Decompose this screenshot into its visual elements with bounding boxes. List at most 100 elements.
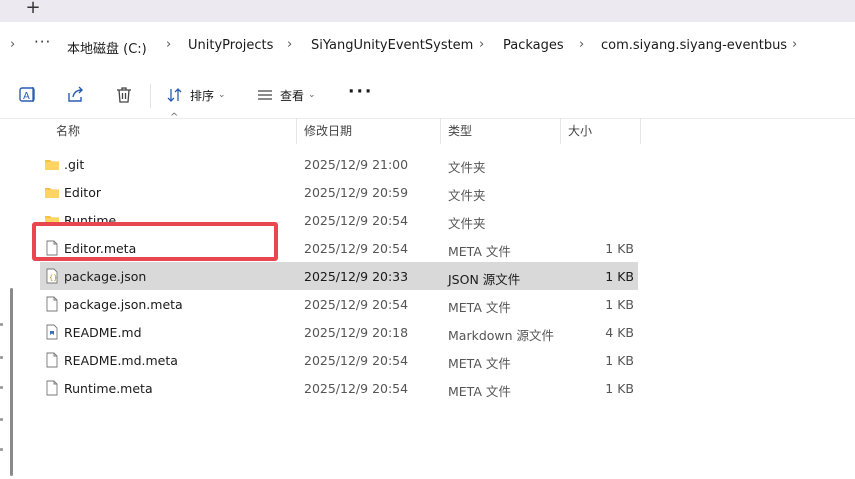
tab-strip-background [0, 0, 855, 22]
view-label: 查看 [280, 88, 305, 103]
rename-icon[interactable]: A [18, 85, 38, 105]
folder-icon [45, 216, 59, 226]
file-icon [46, 296, 58, 312]
column-header-type[interactable]: 类型 [448, 118, 472, 144]
file-date: 2025/12/9 20:33 [304, 269, 409, 284]
file-name: Runtime [64, 213, 117, 228]
file-type: META 文件 [448, 244, 511, 259]
toolbar-separator [150, 84, 151, 108]
json-file-icon: {} [46, 268, 58, 284]
view-button[interactable]: 查看 ⌄ [256, 85, 316, 105]
sort-button[interactable]: 排序 ⌄ [166, 85, 226, 105]
table-row[interactable]: .git 2025/12/9 21:00 文件夹 [40, 150, 638, 178]
file-size: 1 KB [605, 241, 634, 256]
file-name: Editor.meta [64, 241, 137, 256]
file-size: 1 KB [605, 297, 634, 312]
file-name: Editor [64, 185, 101, 200]
column-divider[interactable] [640, 118, 641, 144]
file-type: META 文件 [448, 384, 511, 399]
column-header-row: ^ 名称 修改日期 类型 大小 [40, 112, 641, 144]
file-date: 2025/12/9 20:54 [304, 381, 409, 396]
column-header-name[interactable]: 名称 [56, 118, 80, 144]
table-row[interactable]: Runtime 2025/12/9 20:54 文件夹 [40, 206, 638, 234]
delete-icon[interactable] [114, 85, 134, 105]
markdown-file-icon [46, 324, 58, 340]
column-header-date[interactable]: 修改日期 [304, 118, 352, 144]
sort-ascending-icon: ^ [170, 112, 179, 123]
chevron-right-icon: › [579, 37, 585, 52]
table-row[interactable]: {} package.json 2025/12/9 20:33 JSON 源文件… [40, 262, 638, 290]
file-date: 2025/12/9 20:59 [304, 185, 409, 200]
nav-tick [0, 356, 3, 359]
file-size: 1 KB [605, 381, 634, 396]
breadcrumb-item-drive[interactable]: 本地磁盘 (C:) [67, 38, 147, 57]
folder-icon [45, 160, 59, 170]
file-icon [46, 380, 58, 396]
chevron-right-icon[interactable]: › [792, 37, 797, 52]
file-date: 2025/12/9 21:00 [304, 157, 409, 172]
table-row[interactable]: package.json.meta 2025/12/9 20:54 META 文… [40, 290, 638, 318]
nav-tick [0, 386, 3, 389]
chevron-right-icon: › [166, 37, 172, 52]
file-type: META 文件 [448, 300, 511, 315]
command-bar: A 排序 ⌄ 查看 ⌄ ··· [0, 72, 855, 119]
scrollbar-thumb[interactable] [10, 288, 13, 476]
svg-text:{}: {} [49, 274, 57, 282]
nav-tick [0, 448, 3, 451]
column-header-size[interactable]: 大小 [568, 118, 592, 144]
file-icon [46, 352, 58, 368]
table-row[interactable]: Editor.meta 2025/12/9 20:54 META 文件 1 KB [40, 234, 638, 262]
file-icon [46, 240, 58, 256]
nav-tick [0, 323, 3, 326]
folder-icon [45, 188, 59, 198]
file-name: package.json [64, 269, 147, 284]
breadcrumb-overflow-button[interactable]: ··· [34, 33, 51, 51]
tab-strip: + [0, 0, 855, 28]
chevron-right-icon: › [479, 37, 485, 52]
more-options-button[interactable]: ··· [348, 82, 373, 102]
file-size: 4 KB [605, 325, 634, 340]
breadcrumb-item-eventbus[interactable]: com.siyang.siyang-eventbus [601, 38, 787, 53]
file-date: 2025/12/9 20:54 [304, 213, 409, 228]
column-divider[interactable] [296, 118, 297, 144]
file-size: 1 KB [605, 269, 634, 284]
file-name: Runtime.meta [64, 381, 153, 396]
chevron-right-icon: › [287, 37, 293, 52]
file-date: 2025/12/9 20:18 [304, 325, 409, 340]
svg-text:A: A [23, 91, 30, 102]
column-divider[interactable] [440, 118, 441, 144]
nav-tick [0, 418, 3, 421]
new-tab-button[interactable]: + [24, 0, 42, 18]
sort-icon [167, 88, 182, 102]
file-date: 2025/12/9 20:54 [304, 241, 409, 256]
file-name: README.md.meta [64, 353, 178, 368]
table-row[interactable]: README.md 2025/12/9 20:18 Markdown 源文件 4… [40, 318, 638, 346]
file-size: 1 KB [605, 353, 634, 368]
view-icon [258, 90, 272, 100]
file-name: .git [64, 157, 85, 172]
breadcrumb-item-packages[interactable]: Packages [503, 38, 564, 53]
table-row[interactable]: Runtime.meta 2025/12/9 20:54 META 文件 1 K… [40, 374, 638, 402]
file-type: JSON 源文件 [448, 272, 521, 287]
navigation-pane-edge [0, 118, 18, 479]
file-name: README.md [64, 325, 142, 340]
file-date: 2025/12/9 20:54 [304, 297, 409, 312]
file-type: 文件夹 [448, 160, 486, 175]
file-date: 2025/12/9 20:54 [304, 353, 409, 368]
chevron-down-icon: ⌄ [218, 90, 226, 100]
file-type: META 文件 [448, 356, 511, 371]
breadcrumb-item-unityprojects[interactable]: UnityProjects [188, 38, 273, 53]
breadcrumb-item-siyangunityeventsystem[interactable]: SiYangUnityEventSystem [311, 38, 473, 53]
file-type: Markdown 源文件 [448, 328, 555, 343]
sort-label: 排序 [190, 88, 215, 103]
chevron-right-icon: › [10, 37, 16, 52]
share-icon[interactable] [66, 85, 86, 105]
file-type: 文件夹 [448, 216, 486, 231]
breadcrumb: › ··· 本地磁盘 (C:) › UnityProjects › SiYang… [0, 28, 855, 64]
file-name: package.json.meta [64, 297, 183, 312]
chevron-down-icon: ⌄ [308, 90, 316, 100]
file-type: 文件夹 [448, 188, 486, 203]
table-row[interactable]: README.md.meta 2025/12/9 20:54 META 文件 1… [40, 346, 638, 374]
column-divider[interactable] [560, 118, 561, 144]
table-row[interactable]: Editor 2025/12/9 20:59 文件夹 [40, 178, 638, 206]
